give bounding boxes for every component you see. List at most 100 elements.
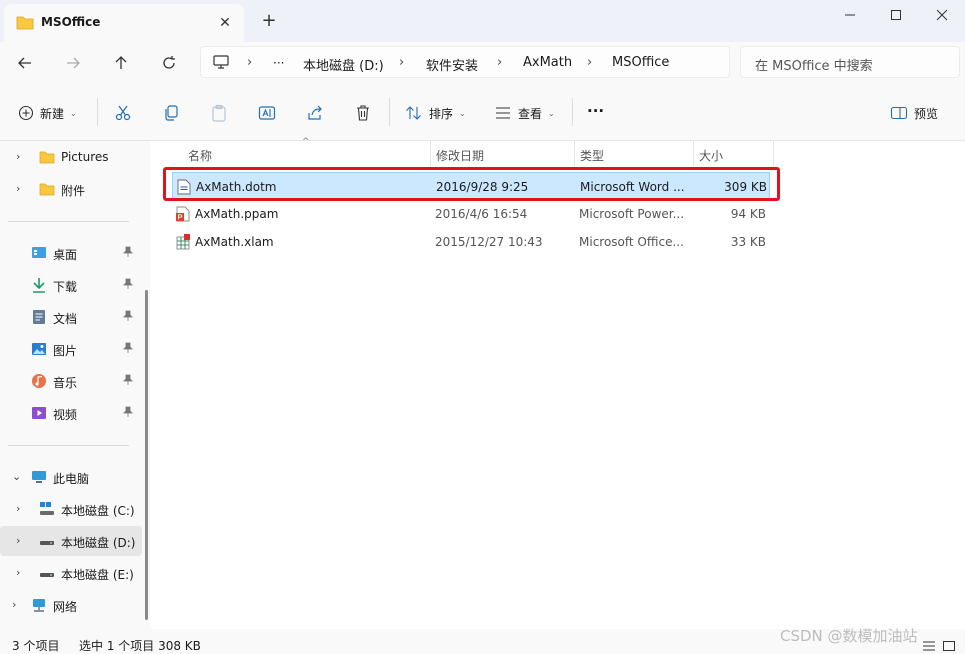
refresh-icon bbox=[163, 56, 175, 69]
column-divider[interactable] bbox=[693, 141, 694, 166]
sidebar-item-documents[interactable]: 文档 bbox=[0, 302, 142, 332]
copy-button[interactable] bbox=[162, 102, 180, 124]
sort-caret-icon: ^ bbox=[302, 137, 310, 147]
preview-pane-button[interactable]: 预览 bbox=[890, 102, 938, 124]
pin-icon[interactable] bbox=[122, 310, 134, 322]
file-name: AxMath.ppam bbox=[195, 207, 279, 221]
column-header-modified[interactable]: 修改日期 bbox=[436, 147, 484, 164]
sidebar-item-desktop[interactable]: 桌面 bbox=[0, 238, 142, 268]
navigation-pane: › Pictures › 附件 桌面 下载 文档 图片 音乐 视频 ⌄ 此电脑 … bbox=[0, 141, 150, 629]
pin-icon[interactable] bbox=[122, 278, 134, 290]
view-list-icon bbox=[496, 107, 510, 119]
breadcrumb-drive-d[interactable]: 本地磁盘 (D:) bbox=[303, 55, 384, 74]
trash-icon bbox=[357, 105, 369, 121]
network-icon bbox=[33, 599, 45, 612]
breadcrumb-axmath[interactable]: AxMath bbox=[523, 55, 572, 70]
pin-icon[interactable] bbox=[122, 406, 134, 418]
file-type: Microsoft Power... bbox=[579, 207, 685, 221]
search-input[interactable]: 在 MSOffice 中搜索 bbox=[740, 46, 960, 78]
sidebar-item-drive-d[interactable]: › 本地磁盘 (D:) bbox=[0, 526, 142, 556]
divider bbox=[572, 98, 573, 126]
pin-icon[interactable] bbox=[122, 342, 134, 354]
arrow-left-icon bbox=[18, 57, 31, 69]
breadcrumb-software[interactable]: 软件安装 bbox=[426, 55, 478, 74]
address-bar[interactable]: › ··· 本地磁盘 (D:) › 软件安装 › AxMath › MSOffi… bbox=[200, 46, 730, 78]
chevron-right-icon: › bbox=[16, 150, 21, 163]
pin-icon[interactable] bbox=[122, 246, 134, 258]
more-options-button[interactable]: ··· bbox=[587, 100, 604, 122]
refresh-button[interactable] bbox=[158, 52, 180, 74]
folder-icon bbox=[39, 183, 55, 196]
column-divider[interactable] bbox=[430, 141, 431, 166]
divider bbox=[97, 98, 98, 126]
file-row[interactable]: AxMath.xlam 2015/12/27 10:43 Microsoft O… bbox=[172, 228, 770, 256]
delete-button[interactable] bbox=[354, 102, 372, 124]
tab-msoffice[interactable]: MSOffice ✕ bbox=[4, 4, 244, 42]
minimize-button[interactable] bbox=[827, 0, 873, 30]
divider bbox=[8, 221, 129, 222]
pin-icon[interactable] bbox=[122, 374, 134, 386]
music-icon bbox=[32, 374, 46, 388]
file-row[interactable]: AxMath.ppam 2016/4/6 16:54 Microsoft Pow… bbox=[172, 200, 770, 228]
breadcrumb-msoffice[interactable]: MSOffice bbox=[612, 55, 669, 70]
command-bar: 新建 ⌄ 排序 ⌄ 查看 ⌄ ··· 预览 bbox=[0, 84, 965, 141]
forward-button[interactable] bbox=[62, 52, 84, 74]
column-header-size[interactable]: 大小 bbox=[699, 147, 723, 164]
view-label: 查看 bbox=[518, 106, 543, 121]
chevron-right-icon: › bbox=[247, 55, 253, 70]
maximize-button[interactable] bbox=[873, 0, 919, 30]
excel-addin-icon bbox=[176, 234, 190, 250]
new-tab-button[interactable]: + bbox=[260, 12, 278, 31]
powerpoint-addin-icon bbox=[176, 206, 190, 222]
sidebar-item-music[interactable]: 音乐 bbox=[0, 366, 142, 396]
sidebar-item-drive-c[interactable]: › 本地磁盘 (C:) bbox=[0, 494, 142, 524]
sidebar-item-label: 本地磁盘 (C:) bbox=[61, 504, 135, 518]
file-modified: 2015/12/27 10:43 bbox=[435, 235, 543, 249]
drive-icon bbox=[40, 541, 54, 545]
chevron-right-icon: › bbox=[399, 55, 405, 70]
videos-icon bbox=[32, 407, 46, 419]
sort-button[interactable]: 排序 ⌄ bbox=[405, 102, 466, 124]
documents-icon bbox=[33, 310, 45, 324]
view-button[interactable]: 查看 ⌄ bbox=[494, 102, 555, 124]
chevron-down-icon: ⌄ bbox=[548, 108, 555, 118]
navigation-bar: › ··· 本地磁盘 (D:) › 软件安装 › AxMath › MSOffi… bbox=[0, 42, 965, 84]
drive-c-icon bbox=[40, 502, 54, 515]
sidebar-item-label: 桌面 bbox=[53, 248, 78, 262]
sidebar-item-downloads[interactable]: 下载 bbox=[0, 270, 142, 300]
chevron-right-icon: › bbox=[16, 502, 21, 515]
breadcrumb-overflow[interactable]: ··· bbox=[273, 56, 284, 70]
sidebar-item-drive-e[interactable]: › 本地磁盘 (E:) bbox=[0, 558, 142, 588]
sidebar-scrollbar[interactable] bbox=[145, 290, 148, 620]
share-button[interactable] bbox=[306, 102, 324, 124]
file-type: Microsoft Office... bbox=[579, 235, 684, 249]
chevron-right-icon: › bbox=[587, 55, 593, 70]
paste-button[interactable] bbox=[210, 102, 228, 124]
sidebar-item-this-pc[interactable]: ⌄ 此电脑 bbox=[0, 462, 142, 492]
folder-icon bbox=[39, 151, 55, 164]
sidebar-item-pictures-folder[interactable]: › Pictures bbox=[0, 142, 142, 172]
sidebar-item-pictures[interactable]: 图片 bbox=[0, 334, 142, 364]
file-name: AxMath.xlam bbox=[195, 235, 274, 249]
sidebar-item-label: 本地磁盘 (E:) bbox=[61, 568, 134, 582]
close-window-button[interactable] bbox=[919, 0, 965, 30]
sidebar-item-label: Pictures bbox=[61, 150, 109, 164]
column-header-type[interactable]: 类型 bbox=[580, 147, 604, 164]
new-button[interactable]: 新建 ⌄ bbox=[18, 102, 77, 124]
back-button[interactable] bbox=[14, 52, 36, 74]
sidebar-item-videos[interactable]: 视频 bbox=[0, 398, 142, 428]
column-divider[interactable] bbox=[773, 141, 774, 166]
preview-pane-icon bbox=[890, 106, 908, 120]
rename-button[interactable] bbox=[258, 102, 276, 124]
close-tab-button[interactable]: ✕ bbox=[218, 16, 232, 30]
cut-button[interactable] bbox=[114, 102, 132, 124]
drive-icon bbox=[40, 573, 54, 577]
sidebar-item-network[interactable]: › 网络 bbox=[0, 590, 142, 620]
divider bbox=[389, 98, 390, 126]
up-button[interactable] bbox=[110, 52, 132, 74]
sidebar-item-attachments[interactable]: › 附件 bbox=[0, 174, 142, 204]
column-header-name[interactable]: 名称 bbox=[188, 147, 212, 164]
large-icons-view-icon[interactable] bbox=[942, 640, 956, 652]
details-view-icon[interactable] bbox=[922, 640, 936, 652]
column-divider[interactable] bbox=[574, 141, 575, 166]
